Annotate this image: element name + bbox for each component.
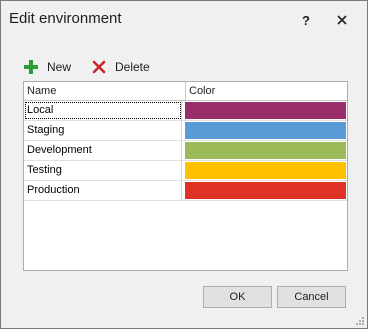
edit-environment-dialog: Edit environment ? New Delete Name Color… [0, 0, 368, 329]
table-row[interactable]: Local [24, 101, 347, 121]
column-header-name[interactable]: Name [24, 82, 186, 100]
ok-button[interactable]: OK [203, 286, 272, 308]
environment-color-cell[interactable] [185, 182, 346, 199]
environment-name-cell[interactable]: Development [24, 141, 182, 160]
environment-name-cell[interactable]: Local [24, 101, 182, 120]
new-button[interactable]: New [23, 56, 71, 78]
new-label: New [47, 60, 72, 74]
plus-icon [23, 59, 39, 75]
resize-grip-icon[interactable] [355, 316, 365, 326]
environment-color-cell[interactable] [185, 102, 346, 119]
environment-name-cell[interactable]: Testing [24, 161, 182, 180]
delete-label: Delete [115, 60, 150, 74]
grid-rows: Local Staging Development Testing Produc… [24, 101, 347, 201]
dialog-title: Edit environment [9, 10, 122, 27]
environments-grid: Name Color Local Staging Development Tes… [23, 81, 348, 271]
environment-name-cell[interactable]: Staging [24, 121, 182, 140]
column-header-color[interactable]: Color [186, 82, 347, 100]
delete-x-icon [91, 59, 107, 75]
table-row[interactable]: Staging [24, 121, 347, 141]
environment-color-cell[interactable] [185, 142, 346, 159]
cancel-button[interactable]: Cancel [277, 286, 346, 308]
table-row[interactable]: Development [24, 141, 347, 161]
delete-button[interactable]: Delete [91, 56, 150, 78]
title-bar: Edit environment ? [1, 1, 367, 39]
table-row[interactable]: Testing [24, 161, 347, 181]
table-row[interactable]: Production [24, 181, 347, 201]
environment-color-cell[interactable] [185, 162, 346, 179]
environment-name-cell[interactable]: Production [24, 181, 182, 200]
grid-header: Name Color [24, 82, 347, 101]
help-button[interactable]: ? [295, 9, 317, 31]
close-icon [337, 13, 347, 28]
close-button[interactable] [331, 9, 353, 31]
toolbar: New Delete [23, 56, 223, 78]
environment-color-cell[interactable] [185, 122, 346, 139]
